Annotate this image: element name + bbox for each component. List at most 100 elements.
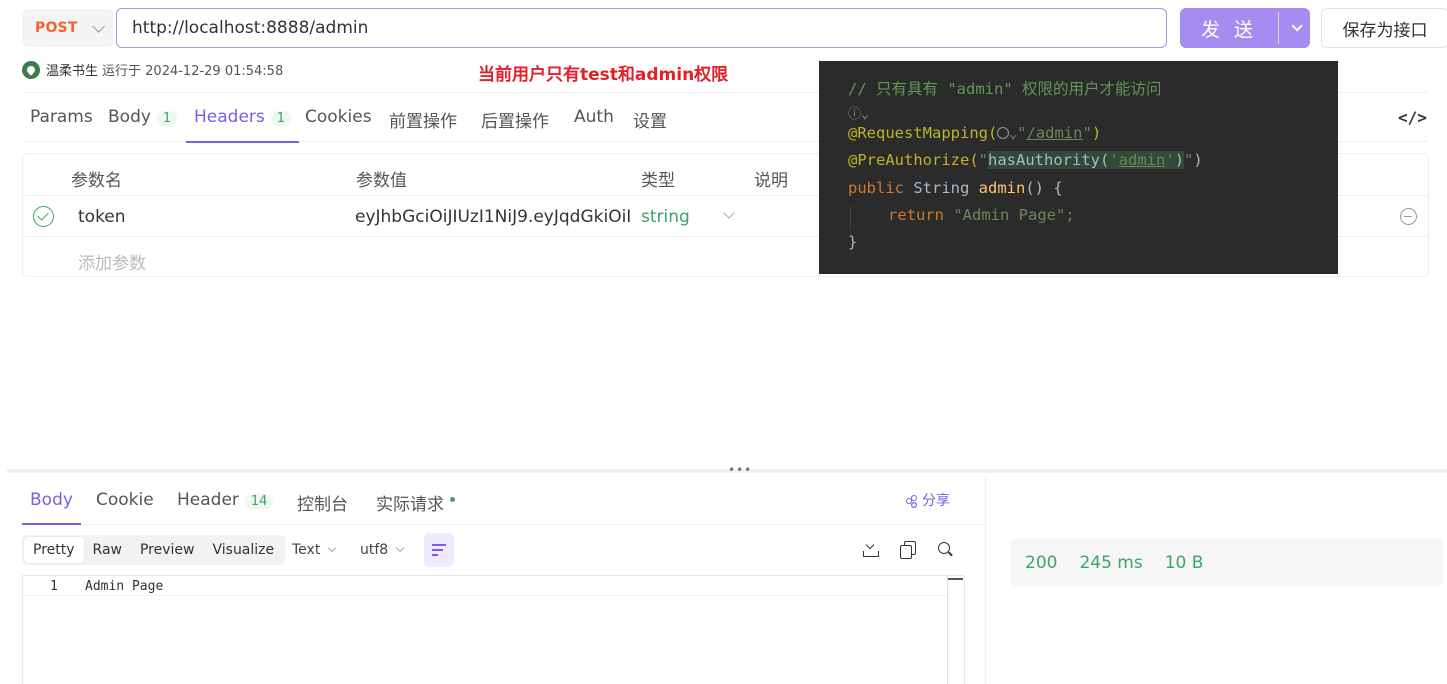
mode-preview[interactable]: Preview xyxy=(131,537,204,563)
resp-tab-console[interactable]: 控制台 xyxy=(297,490,348,525)
tab-label: 前置操作 xyxy=(389,112,457,132)
chevron-down-icon xyxy=(396,543,405,553)
code-token: @RequestMapping( xyxy=(848,124,998,142)
panel-resizer[interactable] xyxy=(7,469,1447,473)
encoding-label: utf8 xyxy=(360,542,389,558)
wrap-lines-icon[interactable] xyxy=(424,533,454,567)
indent-guide xyxy=(850,206,851,230)
avatar-icon xyxy=(22,60,40,79)
header-value-cell[interactable]: eyJhbGciOiJIUzI1NiJ9.eyJqdGkiOiI5N xyxy=(355,207,630,227)
tab-pre-operations[interactable]: 前置操作 xyxy=(389,107,457,143)
run-time: 运行于 2024-12-29 01:54:58 xyxy=(102,64,284,79)
tab-auth[interactable]: Auth xyxy=(574,107,614,143)
globe-icon xyxy=(997,127,1010,139)
format-mode-switch: Pretty Raw Preview Visualize xyxy=(22,535,286,565)
tab-headers[interactable]: Headers 1 xyxy=(186,107,300,143)
status-dot xyxy=(450,497,455,502)
status-size: 10 B xyxy=(1164,552,1204,573)
tab-params[interactable]: Params xyxy=(30,107,93,143)
share-button[interactable]: 分享 xyxy=(906,490,950,510)
tab-label: Auth xyxy=(574,107,614,127)
code-hint: ⓘ⌄ xyxy=(848,107,869,122)
chevron-down-icon xyxy=(91,19,105,33)
format-type-label: Text xyxy=(292,542,321,558)
response-body-text: Admin Page xyxy=(85,579,164,594)
code-token: "Admin Page"; xyxy=(944,206,1075,224)
code-line-mapping: @RequestMapping(⌄"/admin") xyxy=(848,124,1102,142)
chevron-down-icon xyxy=(328,543,337,553)
tab-label: Headers xyxy=(194,107,265,127)
check-circle-icon[interactable] xyxy=(33,206,54,227)
tab-body[interactable]: Body 1 xyxy=(108,107,178,143)
code-icon[interactable]: </> xyxy=(1398,108,1427,127)
share-label: 分享 xyxy=(922,493,950,509)
tab-label: Params xyxy=(30,107,93,127)
code-line-signature: public String admin() { xyxy=(848,179,1063,197)
chevron-down-icon xyxy=(1290,20,1303,32)
resp-tab-header[interactable]: Header 14 xyxy=(177,490,274,525)
resp-tab-actual-request[interactable]: 实际请求 xyxy=(376,490,455,525)
tab-settings[interactable]: 设置 xyxy=(633,107,667,143)
tab-post-operations[interactable]: 后置操作 xyxy=(481,107,549,143)
status-code: 200 xyxy=(1025,552,1058,573)
mode-visualize[interactable]: Visualize xyxy=(203,537,283,563)
line-number: 1 xyxy=(50,579,58,594)
status-time: 245 ms xyxy=(1079,552,1143,573)
method-select[interactable]: POST xyxy=(22,9,114,47)
panel-divider xyxy=(985,476,986,684)
share-icon xyxy=(906,494,917,506)
tab-label: Cookies xyxy=(305,107,372,127)
url-input[interactable]: http://localhost:8888/admin xyxy=(116,8,1167,48)
search-icon[interactable] xyxy=(937,541,955,559)
resp-tab-body[interactable]: Body xyxy=(22,490,81,525)
resp-tab-cookie[interactable]: Cookie xyxy=(96,490,154,525)
column-header-name: 参数名 xyxy=(71,171,122,191)
column-header-value: 参数值 xyxy=(356,171,407,191)
code-token: return xyxy=(888,206,944,224)
run-user: 温柔书生 xyxy=(46,64,99,79)
mode-pretty[interactable]: Pretty xyxy=(24,537,84,563)
copy-icon[interactable] xyxy=(900,541,918,559)
tab-label: Cookie xyxy=(96,490,154,510)
chevron-down-icon[interactable] xyxy=(723,207,735,219)
tab-label: 设置 xyxy=(633,112,667,132)
tab-label: 控制台 xyxy=(297,495,348,515)
code-token: admin xyxy=(1118,151,1166,169)
code-line-return: return "Admin Page"; xyxy=(888,206,1075,224)
tab-label: Header xyxy=(177,490,239,510)
response-status: 200 245 ms 10 B xyxy=(1010,539,1443,586)
encoding-select[interactable]: utf8 xyxy=(360,542,405,558)
code-token: /admin xyxy=(1026,124,1083,142)
tab-label: Body xyxy=(30,490,73,510)
code-line-preauthorize: @PreAuthorize("hasAuthority('admin')") xyxy=(848,151,1203,169)
run-info: 温柔书生 运行于 2024-12-29 01:54:58 xyxy=(22,60,283,79)
tab-count: 1 xyxy=(156,111,178,126)
tab-label: 实际请求 xyxy=(376,495,444,515)
code-token: String xyxy=(904,179,979,197)
method-label: POST xyxy=(35,20,78,36)
header-name-cell[interactable]: token xyxy=(78,207,126,227)
format-type-select[interactable]: Text xyxy=(292,542,337,558)
send-options-button[interactable] xyxy=(1279,8,1310,48)
send-button-group: 发 送 xyxy=(1180,8,1310,48)
add-param-input[interactable]: 添加参数 xyxy=(78,249,146,274)
tab-cookies[interactable]: Cookies xyxy=(305,107,372,143)
annotation-notice: 当前用户只有test和admin权限 xyxy=(478,65,729,85)
response-body-editor[interactable]: 1 Admin Page xyxy=(22,575,965,684)
column-header-description: 说明 xyxy=(754,171,788,191)
column-header-type: 类型 xyxy=(641,171,675,191)
code-comment: // 只有具有 "admin" 权限的用户才能访问 xyxy=(848,80,1162,98)
code-screenshot-overlay: // 只有具有 "admin" 权限的用户才能访问 ⓘ⌄ @RequestMap… xyxy=(819,61,1338,274)
send-button[interactable]: 发 送 xyxy=(1180,8,1278,48)
editor-scrollbar[interactable] xyxy=(947,576,965,684)
code-token: () { xyxy=(1025,179,1063,197)
download-icon[interactable] xyxy=(862,541,880,559)
mode-raw[interactable]: Raw xyxy=(84,537,131,563)
save-as-api-button[interactable]: 保存为接口 xyxy=(1321,8,1447,48)
minus-circle-icon[interactable] xyxy=(1400,208,1417,225)
tab-count: 1 xyxy=(270,111,292,126)
header-type-cell[interactable]: string xyxy=(641,207,690,227)
response-tabs: Body Cookie Header 14 控制台 实际请求 xyxy=(22,474,985,525)
tab-label: 后置操作 xyxy=(481,112,549,132)
code-token: hasAuthority( xyxy=(988,151,1110,169)
